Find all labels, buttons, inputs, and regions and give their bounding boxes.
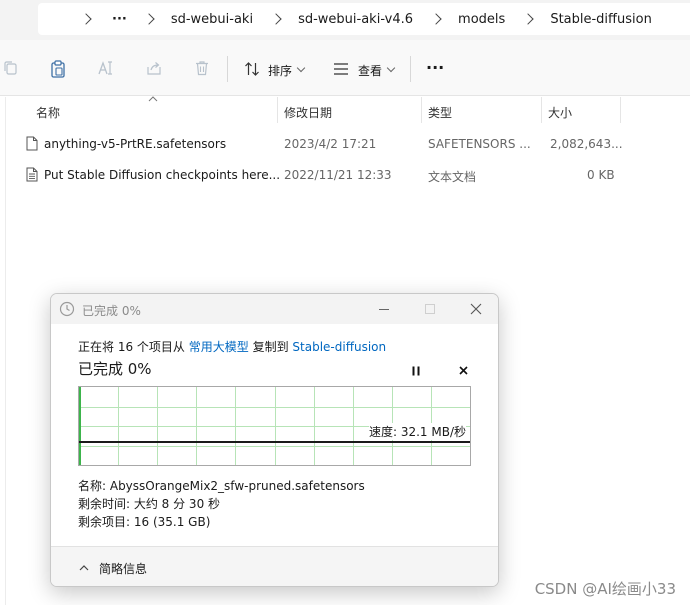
chevron-right-icon[interactable] xyxy=(430,13,442,25)
maximize-button[interactable] xyxy=(415,294,445,324)
speed-line xyxy=(79,441,470,443)
column-header-type[interactable]: 类型 xyxy=(428,104,452,130)
progress-title: 已完成 0% xyxy=(78,360,152,378)
column-header-date[interactable]: 修改日期 xyxy=(284,104,332,130)
file-icon xyxy=(26,136,38,151)
share-icon[interactable] xyxy=(146,60,162,76)
navigation-pane-edge xyxy=(0,97,6,605)
chevron-right-icon[interactable] xyxy=(522,13,534,25)
less-details-label: 简略信息 xyxy=(99,561,148,576)
breadcrumb-item[interactable]: sd-webui-aki xyxy=(171,12,253,27)
breadcrumb-more[interactable]: ··· xyxy=(112,12,127,27)
dialog-title-bar[interactable]: 已完成 0% xyxy=(51,294,498,324)
more-options-button[interactable]: ··· xyxy=(426,58,444,77)
table-row[interactable]: Put Stable Diffusion checkpoints here...… xyxy=(22,161,662,189)
breadcrumb-item[interactable]: models xyxy=(458,12,505,27)
breadcrumb-item[interactable]: Stable-diffusion xyxy=(550,12,652,27)
copy-prefix: 正在将 16 个项目从 xyxy=(78,340,185,354)
copy-middle: 复制到 xyxy=(252,340,289,354)
maximize-icon xyxy=(425,304,435,314)
source-folder-link[interactable]: 常用大模型 xyxy=(189,340,249,354)
view-icon[interactable] xyxy=(333,62,349,76)
file-type: 文本文档 xyxy=(428,170,477,184)
text-document-icon xyxy=(26,167,38,182)
copy-icon[interactable] xyxy=(2,60,18,76)
speed-label: 速度: 32.1 MB/秒 xyxy=(368,423,466,440)
toolbar-divider xyxy=(410,56,411,82)
chevron-down-icon[interactable] xyxy=(386,63,396,73)
file-date: 2022/11/21 12:33 xyxy=(284,168,392,182)
close-icon xyxy=(470,303,482,315)
copy-status-line: 正在将 16 个项目从 常用大模型 复制到 Stable-diffusion xyxy=(78,338,386,355)
address-bar[interactable]: ··· sd-webui-aki sd-webui-aki-v4.6 model… xyxy=(38,3,690,35)
column-header-name[interactable]: 名称 xyxy=(36,104,60,130)
toolbar-divider xyxy=(227,56,228,82)
pause-icon xyxy=(412,366,420,376)
breadcrumb: ··· sd-webui-aki sd-webui-aki-v4.6 model… xyxy=(80,12,652,27)
rename-icon[interactable] xyxy=(97,60,115,76)
current-file-name: 名称: AbyssOrangeMix2_sfw-pruned.safetenso… xyxy=(78,479,365,493)
close-icon xyxy=(459,366,468,375)
dialog-footer: 简略信息 xyxy=(51,546,498,586)
close-window-button[interactable] xyxy=(461,294,491,324)
less-details-button[interactable]: 简略信息 xyxy=(79,557,147,579)
address-bar-area: ··· sd-webui-aki sd-webui-aki-v4.6 model… xyxy=(0,0,690,40)
delete-icon[interactable] xyxy=(194,60,210,76)
file-type: SAFETENSORS ... xyxy=(428,137,531,151)
sort-icon[interactable] xyxy=(244,61,260,77)
chevron-right-icon[interactable] xyxy=(270,13,282,25)
file-name: anything-v5-PrtRE.safetensors xyxy=(44,137,227,151)
time-remaining: 剩余时间: 大约 8 分 30 秒 xyxy=(78,497,221,511)
view-button[interactable]: 查看 xyxy=(358,62,382,79)
dialog-title: 已完成 0% xyxy=(82,304,141,318)
minimize-icon xyxy=(379,309,389,310)
clock-icon xyxy=(59,301,75,317)
file-name: Put Stable Diffusion checkpoints here... xyxy=(44,168,281,182)
sort-button[interactable]: 排序 xyxy=(268,62,292,79)
destination-folder-link[interactable]: Stable-diffusion xyxy=(292,340,386,354)
file-size: 0 KB xyxy=(587,168,615,182)
cancel-button[interactable] xyxy=(452,360,474,382)
chevron-up-icon xyxy=(79,565,89,571)
chevron-down-icon[interactable] xyxy=(296,63,306,73)
column-divider[interactable] xyxy=(421,97,422,123)
breadcrumb-item[interactable]: sd-webui-aki-v4.6 xyxy=(298,12,413,27)
column-divider[interactable] xyxy=(541,97,542,123)
chevron-right-icon[interactable] xyxy=(80,13,92,25)
chevron-right-icon[interactable] xyxy=(143,13,155,25)
column-divider[interactable] xyxy=(620,97,621,123)
sort-ascending-icon xyxy=(148,96,158,102)
watermark: CSDN @AI绘画小33 xyxy=(534,580,676,598)
column-header-size[interactable]: 大小 xyxy=(548,104,572,130)
copy-progress-dialog: 已完成 0% 正在将 16 个项目从 常用大模型 复制到 Stable-diff… xyxy=(50,293,499,587)
paste-icon[interactable] xyxy=(50,60,66,78)
table-row[interactable]: anything-v5-PrtRE.safetensors 2023/4/2 1… xyxy=(22,130,662,158)
pause-button[interactable] xyxy=(405,360,427,382)
minimize-button[interactable] xyxy=(369,294,399,324)
transfer-speed-graph: 速度: 32.1 MB/秒 xyxy=(78,386,471,466)
file-date: 2023/4/2 17:21 xyxy=(284,137,377,151)
column-divider[interactable] xyxy=(277,97,278,123)
progress-fill xyxy=(79,387,81,465)
file-size: 2,082,643... xyxy=(550,137,623,151)
items-remaining: 剩余项目: 16 (35.1 GB) xyxy=(78,515,211,529)
command-bar: 排序 查看 ··· xyxy=(0,40,690,96)
